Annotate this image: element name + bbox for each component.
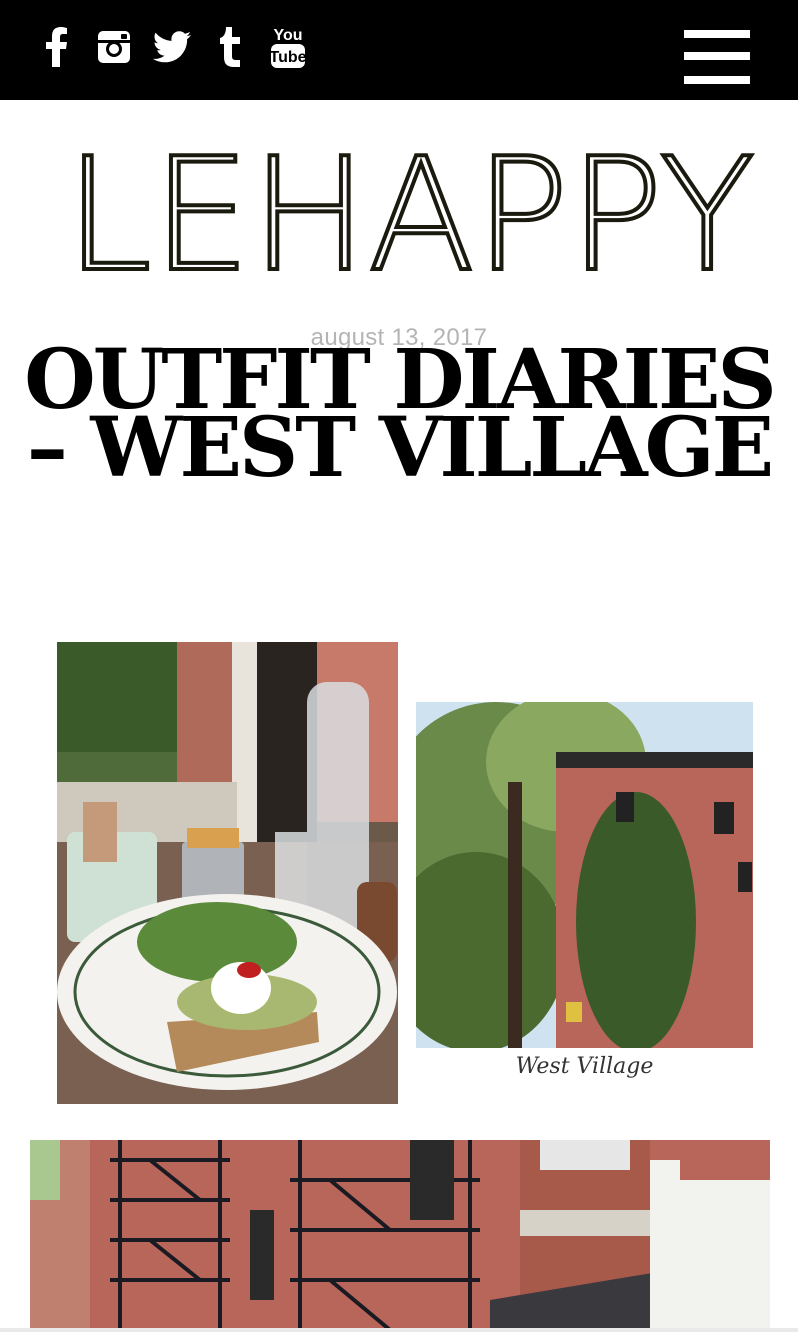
hamburger-menu-icon[interactable]: [684, 30, 750, 84]
west-village-photo[interactable]: [416, 702, 753, 1048]
instagram-icon[interactable]: [94, 22, 134, 72]
site-logo[interactable]: LEHAPPY: [60, 122, 760, 308]
west-village-caption: West Village: [515, 1054, 654, 1079]
menu-bar: [684, 30, 750, 38]
youtube-label-top: You: [273, 27, 302, 44]
page-bottom-edge: [0, 1328, 798, 1332]
menu-bar: [684, 76, 750, 84]
facebook-icon[interactable]: [36, 22, 76, 72]
twitter-icon[interactable]: [152, 22, 192, 72]
youtube-label-bottom: Tube: [270, 49, 306, 66]
menu-bar: [684, 52, 750, 60]
site-logo-text: LEHAPPY: [65, 145, 755, 285]
top-bar: You Tube: [0, 0, 798, 100]
brick-buildings-photo[interactable]: [30, 1140, 770, 1332]
post-title[interactable]: OUTFIT DIARIES – WEST VILLAGE: [20, 339, 778, 489]
social-links: You Tube: [36, 22, 308, 72]
youtube-icon[interactable]: You Tube: [268, 22, 308, 72]
brunch-photo[interactable]: [57, 642, 398, 1104]
tumblr-icon[interactable]: [210, 22, 250, 72]
